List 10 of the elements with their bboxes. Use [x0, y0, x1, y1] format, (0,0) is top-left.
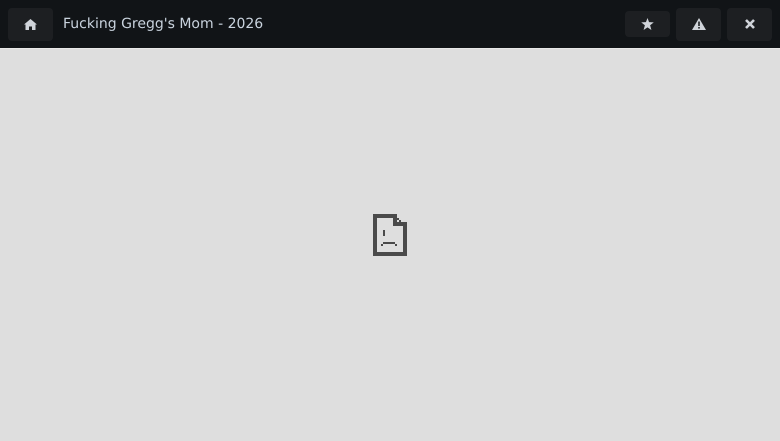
close-icon — [744, 19, 754, 29]
home-icon — [24, 18, 37, 30]
broken-page-icon — [373, 214, 407, 256]
close-button[interactable] — [727, 8, 772, 40]
star-icon — [641, 18, 654, 30]
window-title: Fucking Gregg's Mom - 2026 — [63, 16, 264, 32]
home-button[interactable] — [8, 8, 53, 40]
report-button[interactable] — [676, 8, 721, 40]
favorite-button[interactable] — [625, 11, 670, 37]
warning-icon — [692, 18, 706, 30]
